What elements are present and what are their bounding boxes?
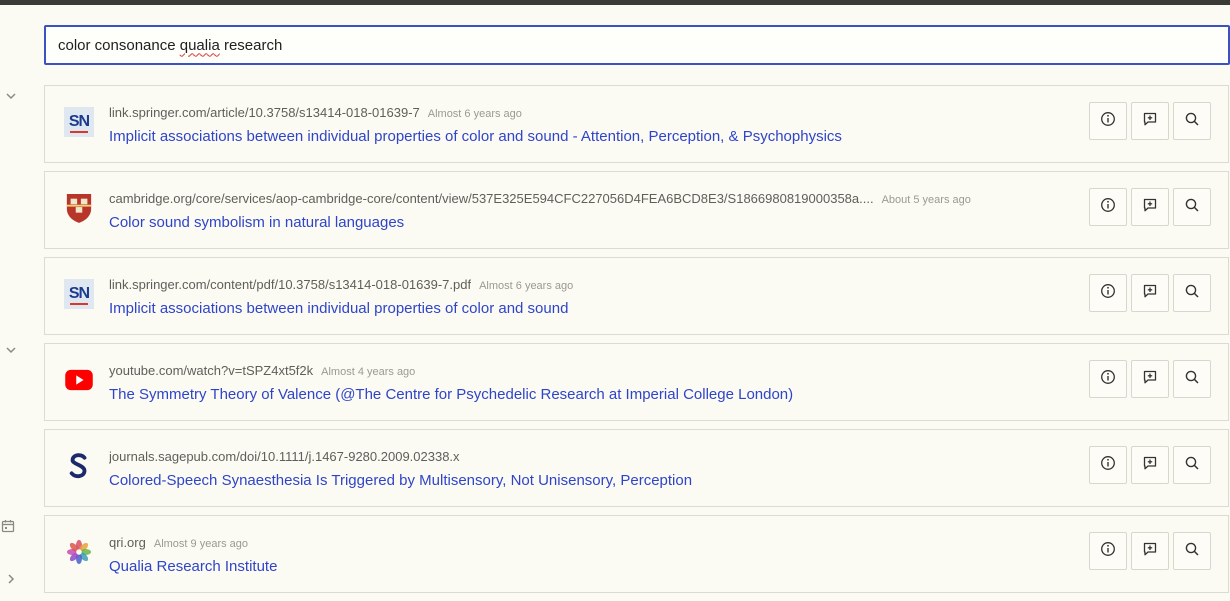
sage-icon	[61, 448, 97, 484]
info-button[interactable]	[1089, 532, 1127, 570]
search-button[interactable]	[1173, 532, 1211, 570]
result-age: Almost 6 years ago	[479, 280, 574, 292]
search-button[interactable]	[1173, 102, 1211, 140]
result-url[interactable]: youtube.com/watch?v=tSPZ4xt5f2k	[109, 363, 313, 378]
search-button[interactable]	[1173, 360, 1211, 398]
result-age: About 5 years ago	[881, 194, 971, 206]
result-card: SN link.springer.com/content/pdf/10.3758…	[44, 257, 1229, 335]
result-title[interactable]: Colored-Speech Synaesthesia Is Triggered…	[109, 472, 692, 489]
search-icon	[1184, 369, 1200, 390]
search-button[interactable]	[1173, 274, 1211, 312]
calendar-icon[interactable]	[0, 518, 16, 534]
chevron-down-icon[interactable]	[3, 342, 19, 358]
result-age: Almost 6 years ago	[427, 108, 522, 120]
comment-plus-icon	[1142, 283, 1158, 304]
result-title[interactable]: Color sound symbolism in natural languag…	[109, 214, 404, 231]
comment-plus-icon	[1142, 541, 1158, 562]
result-url[interactable]: link.springer.com/content/pdf/10.3758/s1…	[109, 277, 471, 292]
info-button[interactable]	[1089, 188, 1127, 226]
info-button[interactable]	[1089, 274, 1127, 312]
search-icon	[1184, 111, 1200, 132]
results-list: SN link.springer.com/article/10.3758/s13…	[44, 85, 1230, 601]
result-title[interactable]: Qualia Research Institute	[109, 558, 277, 575]
comment-button[interactable]	[1131, 446, 1169, 484]
search-icon	[1184, 283, 1200, 304]
info-icon	[1100, 455, 1116, 476]
springer-nature-icon: SN	[61, 104, 97, 140]
result-age: Almost 4 years ago	[321, 366, 416, 378]
chevron-down-icon[interactable]	[3, 88, 19, 104]
info-icon	[1100, 197, 1116, 218]
info-icon	[1100, 369, 1116, 390]
result-card: qri.org Almost 9 years ago Qualia Resear…	[44, 515, 1229, 593]
result-card: youtube.com/watch?v=tSPZ4xt5f2k Almost 4…	[44, 343, 1229, 421]
result-url[interactable]: cambridge.org/core/services/aop-cambridg…	[109, 191, 874, 206]
springer-nature-icon: SN	[61, 276, 97, 312]
search-query-text: color consonance qualia research	[58, 36, 283, 54]
result-url[interactable]: link.springer.com/article/10.3758/s13414…	[109, 105, 420, 120]
comment-plus-icon	[1142, 197, 1158, 218]
result-card: cambridge.org/core/services/aop-cambridg…	[44, 171, 1229, 249]
search-button[interactable]	[1173, 446, 1211, 484]
info-icon	[1100, 111, 1116, 132]
search-button[interactable]	[1173, 188, 1211, 226]
result-card: SN link.springer.com/article/10.3758/s13…	[44, 85, 1229, 163]
result-url[interactable]: journals.sagepub.com/doi/10.1111/j.1467-…	[109, 449, 460, 464]
result-title[interactable]: The Symmetry Theory of Valence (@The Cen…	[109, 386, 793, 403]
top-bar	[0, 0, 1230, 5]
youtube-icon	[61, 362, 97, 398]
info-button[interactable]	[1089, 360, 1127, 398]
search-icon	[1184, 197, 1200, 218]
cambridge-crest-icon	[61, 190, 97, 226]
result-age: Almost 9 years ago	[153, 538, 249, 550]
comment-plus-icon	[1142, 455, 1158, 476]
info-icon	[1100, 283, 1116, 304]
comment-button[interactable]	[1131, 188, 1169, 226]
comment-button[interactable]	[1131, 102, 1169, 140]
qri-flower-icon	[61, 534, 97, 570]
search-icon	[1184, 455, 1200, 476]
result-title[interactable]: Implicit associations between individual…	[109, 128, 842, 145]
search-input[interactable]: color consonance qualia research	[44, 25, 1230, 65]
comment-button[interactable]	[1131, 532, 1169, 570]
comment-button[interactable]	[1131, 360, 1169, 398]
result-title[interactable]: Implicit associations between individual…	[109, 300, 568, 317]
comment-button[interactable]	[1131, 274, 1169, 312]
search-icon	[1184, 541, 1200, 562]
info-icon	[1100, 541, 1116, 562]
result-card: journals.sagepub.com/doi/10.1111/j.1467-…	[44, 429, 1229, 507]
chevron-right-icon[interactable]	[3, 571, 19, 587]
left-rail	[0, 5, 28, 589]
result-url[interactable]: qri.org	[109, 535, 146, 550]
info-button[interactable]	[1089, 102, 1127, 140]
comment-plus-icon	[1142, 369, 1158, 390]
comment-plus-icon	[1142, 111, 1158, 132]
info-button[interactable]	[1089, 446, 1127, 484]
